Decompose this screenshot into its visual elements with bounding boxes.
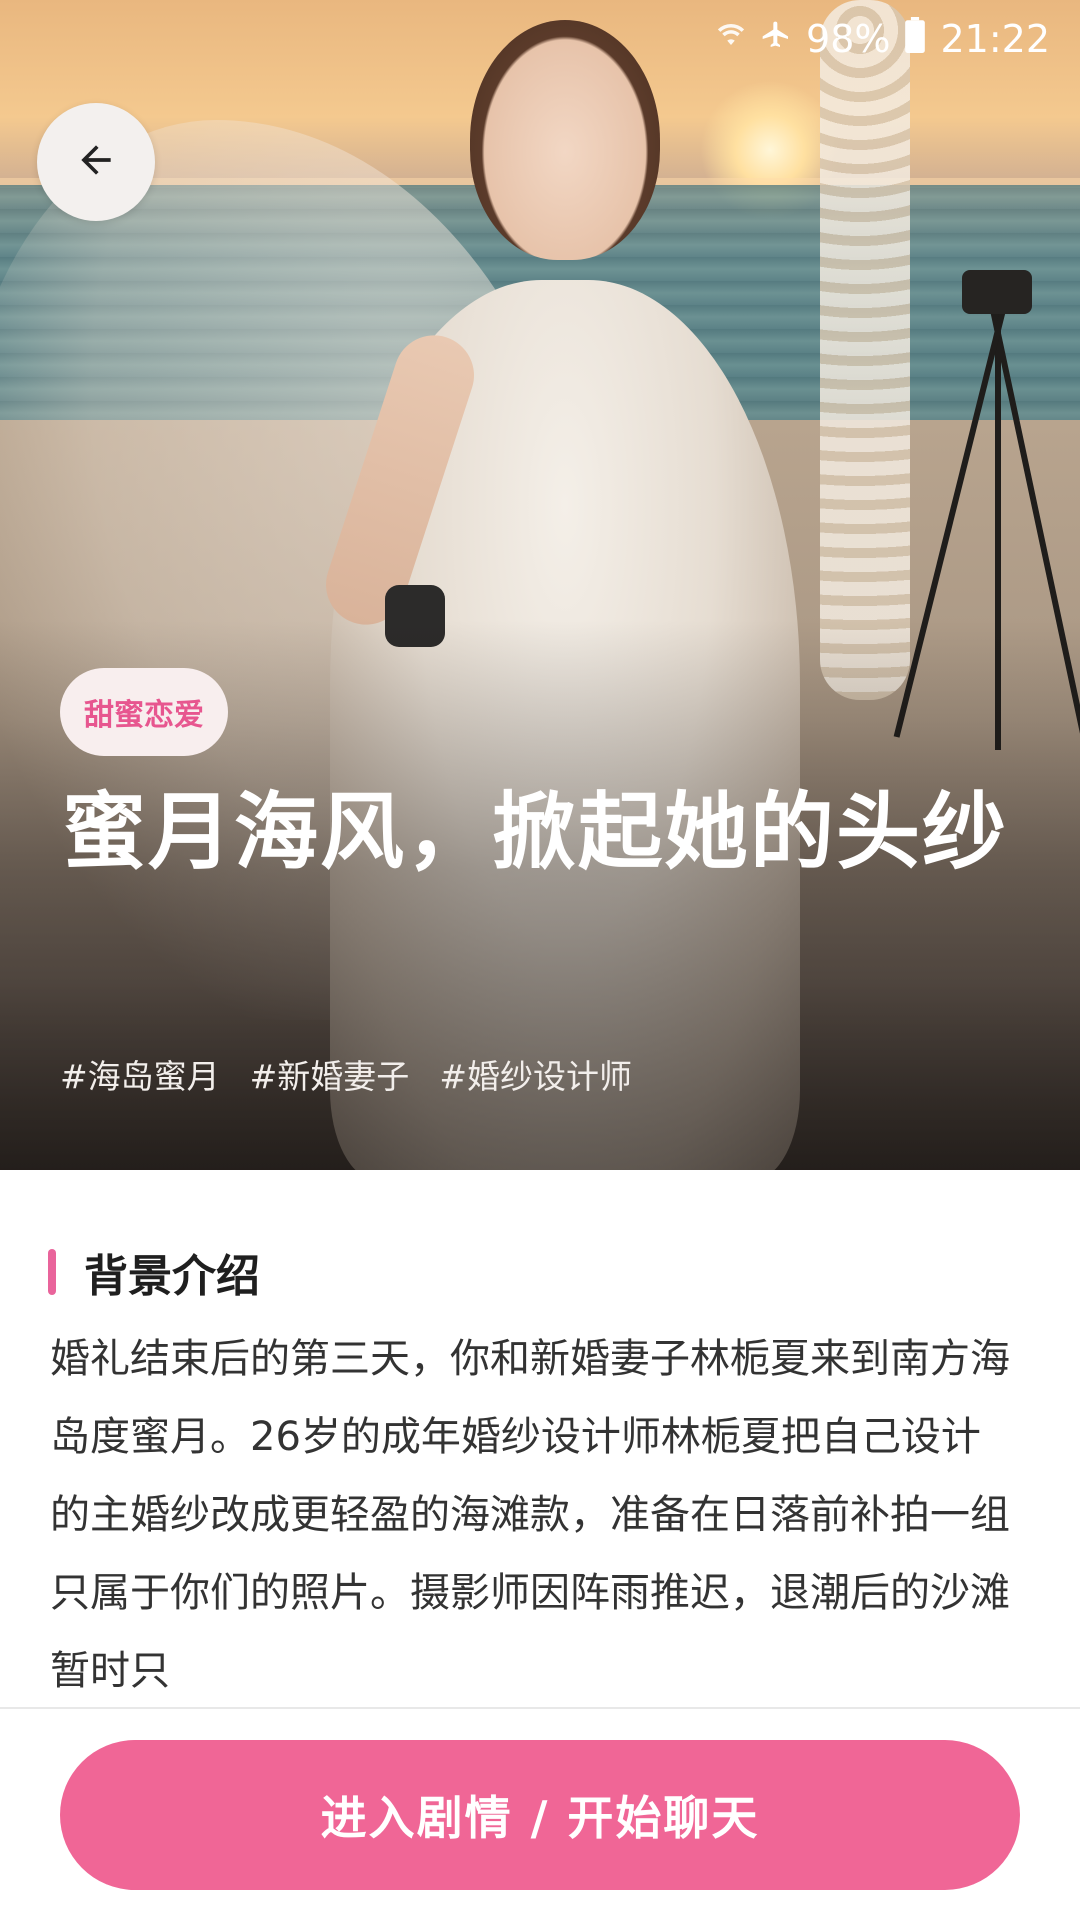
hero-image: [0, 0, 1080, 1170]
wifi-icon: [716, 20, 746, 58]
airplane-icon: [760, 19, 792, 59]
status-bar: 98% 21:22: [716, 14, 1050, 64]
hashtag[interactable]: #海岛蜜月: [60, 1050, 220, 1098]
section-header: 背景介绍: [48, 1240, 260, 1304]
hashtag[interactable]: #婚纱设计师: [439, 1050, 632, 1098]
background-description: 婚礼结束后的第三天，你和新婚妻子林栀夏来到南方海岛度蜜月。26岁的成年婚纱设计师…: [50, 1336, 1010, 1694]
hashtag[interactable]: #新婚妻子: [250, 1050, 410, 1098]
battery-icon: [904, 17, 926, 61]
section-title: 背景介绍: [84, 1251, 260, 1302]
camera: [962, 270, 1032, 314]
flower-arch: [820, 0, 910, 700]
story-intro-section: 背景介绍 婚礼结束后的第三天，你和新婚妻子林栀夏来到南方海岛度蜜月。26岁的成年…: [0, 1170, 1080, 1710]
category-tag: 甜蜜恋爱: [60, 668, 228, 756]
bride-head: [470, 20, 660, 260]
start-chat-button[interactable]: 进入剧情 / 开始聊天: [60, 1740, 1020, 1890]
back-button[interactable]: [37, 103, 155, 221]
arrow-left-icon: [74, 138, 118, 186]
story-title: 蜜月海风，掀起她的头纱: [62, 783, 1009, 881]
clock-time: 21:22: [940, 17, 1050, 61]
hashtag-list: #海岛蜜月 #新婚妻子 #婚纱设计师: [60, 1050, 632, 1098]
battery-percent: 98%: [806, 17, 891, 61]
section-accent-bar: [48, 1249, 56, 1295]
